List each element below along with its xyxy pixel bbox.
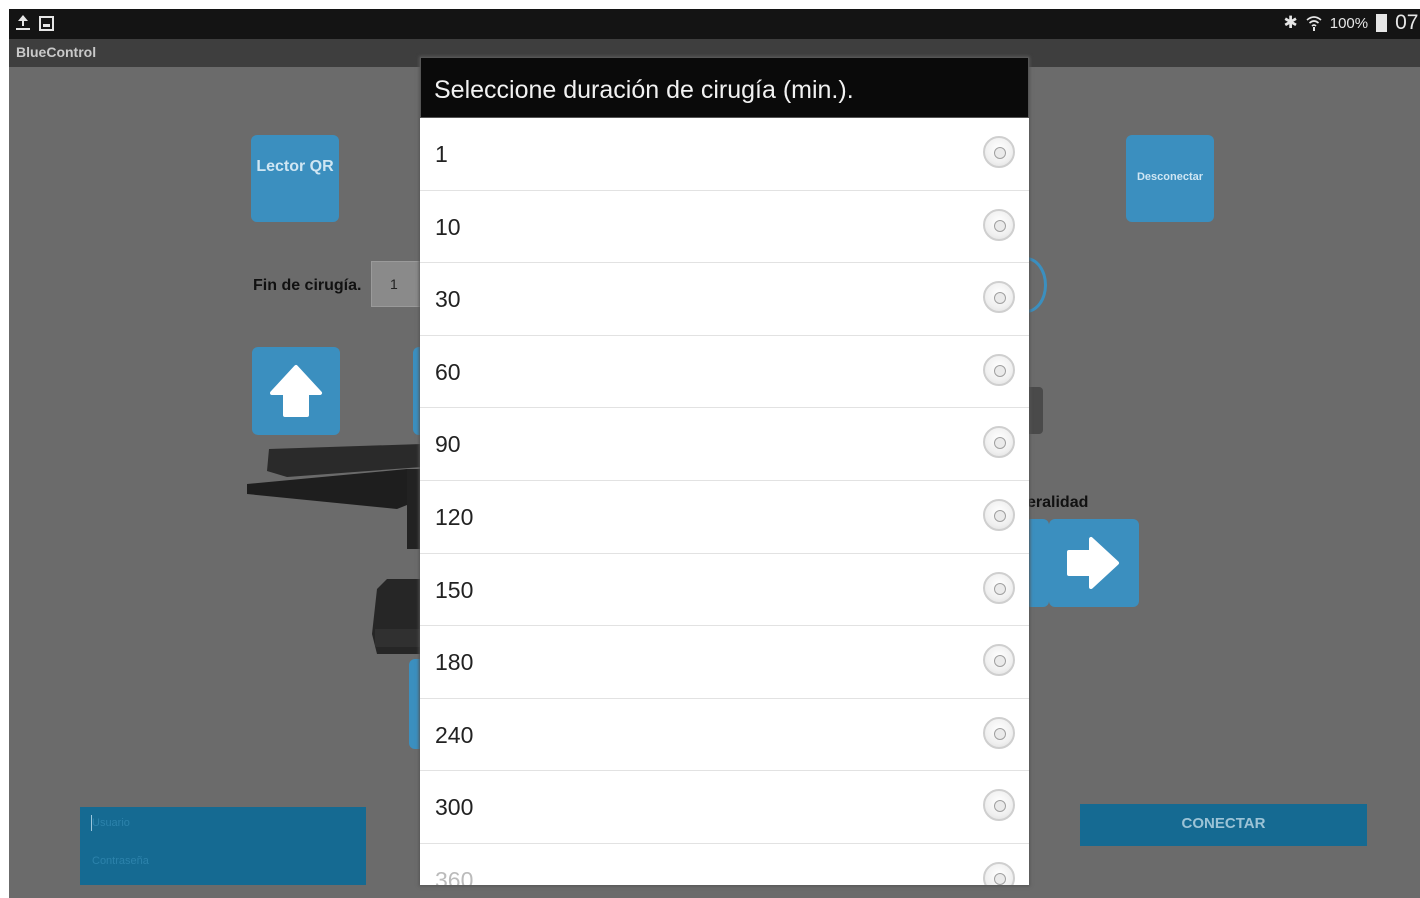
clock: 07:4 <box>1395 11 1420 34</box>
dialog-title: Seleccione duración de cirugía (min.). <box>434 76 854 104</box>
option-label: 30 <box>435 286 461 313</box>
duration-option[interactable]: 10 <box>420 190 1029 264</box>
screen: ✱ 100% 07:4 BlueControl Lector QR Descon… <box>9 9 1420 898</box>
qr-reader-label: Lector QR <box>256 158 334 175</box>
disconnect-button[interactable]: Desconectar <box>1126 135 1214 222</box>
option-label: 360 <box>435 866 474 885</box>
connect-button[interactable]: CONECTAR <box>1080 804 1367 846</box>
move-right-button[interactable] <box>1049 519 1139 607</box>
radio-button-icon[interactable] <box>983 789 1015 822</box>
surgery-end-value: 1 <box>390 276 398 292</box>
radio-button-icon[interactable] <box>983 353 1015 386</box>
duration-option[interactable]: 30 <box>420 263 1029 336</box>
password-field[interactable]: Contraseña <box>92 855 149 867</box>
radio-button-icon[interactable] <box>983 644 1015 677</box>
duration-option-list[interactable]: 1 10 30 60 90 120 150 180 240 300 360 <box>420 118 1029 885</box>
disconnect-label: Desconectar <box>1136 171 1204 183</box>
connect-label: CONECTAR <box>1181 815 1266 832</box>
duration-dialog: Seleccione duración de cirugía (min.). 1… <box>420 57 1029 885</box>
option-label: 120 <box>435 503 474 530</box>
app-title: BlueControl <box>16 44 97 60</box>
radio-button-icon[interactable] <box>983 208 1015 241</box>
option-label: 90 <box>435 431 461 458</box>
duration-option[interactable]: 120 <box>420 480 1029 554</box>
duration-option[interactable]: 300 <box>420 771 1029 844</box>
radio-button-icon[interactable] <box>983 426 1015 459</box>
option-label: 150 <box>435 576 474 603</box>
arrow-up-icon <box>270 365 322 417</box>
option-label: 240 <box>435 721 474 748</box>
option-label: 1 <box>435 141 448 167</box>
duration-option[interactable]: 180 <box>420 626 1029 699</box>
login-panel: Usuario Contraseña <box>80 807 366 885</box>
username-field[interactable]: Usuario <box>92 817 130 829</box>
laterality-label: eralidad <box>1027 494 1089 511</box>
surgery-end-label: Fin de cirugía. <box>253 277 362 294</box>
bluetooth-icon: ✱ <box>1283 13 1298 32</box>
duration-option[interactable]: 1 <box>420 118 1029 191</box>
status-bar: ✱ 100% 07:4 <box>9 9 1420 39</box>
radio-button-icon[interactable] <box>983 571 1015 604</box>
duration-option[interactable]: 60 <box>420 335 1029 409</box>
battery-icon <box>1376 14 1388 32</box>
option-label: 60 <box>435 358 461 385</box>
option-label: 300 <box>435 794 474 821</box>
radio-button-icon[interactable] <box>983 861 1015 885</box>
status-right: ✱ 100% 07:4 <box>1284 11 1420 35</box>
status-left-icons <box>15 13 54 31</box>
surgery-end-field[interactable]: 1 <box>371 261 423 307</box>
duration-option[interactable]: 90 <box>420 408 1029 481</box>
radio-button-icon[interactable] <box>983 716 1015 749</box>
image-icon <box>39 15 54 31</box>
option-label: 10 <box>435 213 461 240</box>
upload-icon <box>15 13 31 31</box>
move-up-button[interactable] <box>252 347 340 435</box>
duration-option[interactable]: 150 <box>420 553 1029 627</box>
dialog-header: Seleccione duración de cirugía (min.). <box>420 57 1029 118</box>
radio-button-icon[interactable] <box>983 136 1015 168</box>
radio-button-icon[interactable] <box>983 281 1015 314</box>
qr-reader-button[interactable]: Lector QR <box>251 135 339 222</box>
surgical-table-image <box>247 444 425 654</box>
duration-option[interactable]: 360 <box>420 843 1029 885</box>
battery-percent: 100% <box>1329 14 1369 32</box>
wifi-icon <box>1306 16 1322 31</box>
radio-button-icon[interactable] <box>983 498 1015 531</box>
duration-option[interactable]: 240 <box>420 698 1029 772</box>
option-label: 180 <box>435 649 474 676</box>
arrow-right-icon <box>1067 537 1119 589</box>
